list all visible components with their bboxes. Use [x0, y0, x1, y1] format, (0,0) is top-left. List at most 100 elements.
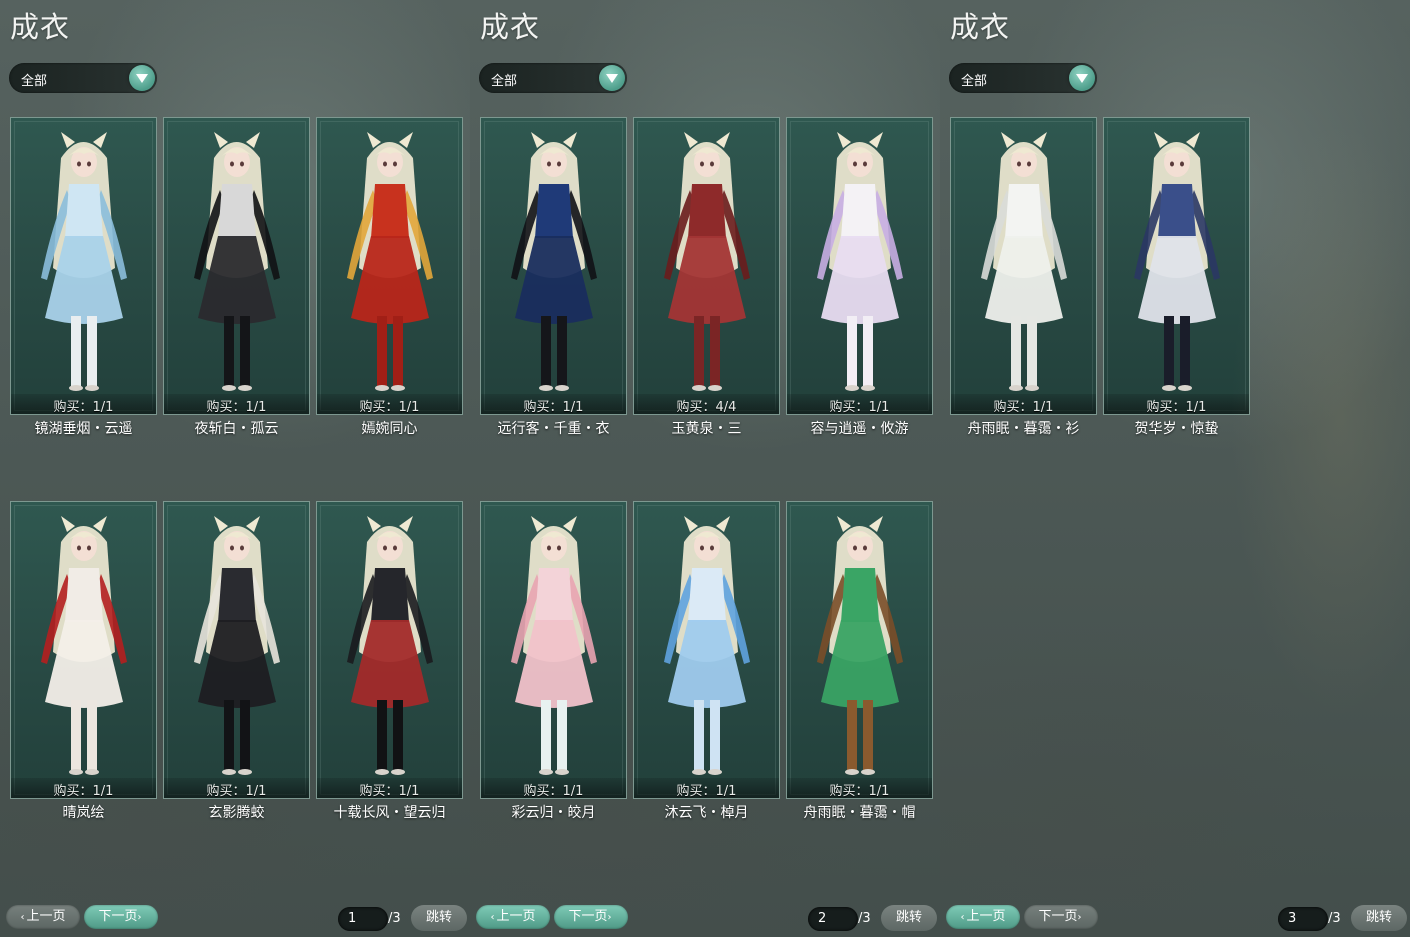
outfit-thumbnail[interactable]	[163, 117, 310, 415]
purchase-count: 购买：1/1	[206, 400, 267, 415]
category-filter-dropdown[interactable]: 全部	[479, 63, 627, 93]
outfit-thumbnail[interactable]	[786, 501, 933, 799]
filter-value: 全部	[21, 74, 48, 89]
purchase-count: 购买：1/1	[359, 400, 420, 415]
outfit-figure	[981, 132, 1067, 391]
outfit-thumbnail[interactable]	[316, 501, 463, 799]
prev-page-label: 上一页	[496, 909, 536, 924]
outfit-figure	[511, 516, 597, 775]
outfit-card[interactable]: 购买：1/1 镜湖垂烟・云遥	[10, 117, 157, 437]
jump-button[interactable]: 跳转	[1351, 905, 1407, 931]
outfit-card[interactable]: 购买：1/1 贺华岁・惊蛰	[1103, 117, 1250, 437]
purchase-count: 购买：1/1	[829, 400, 890, 415]
outfit-name: 玉黄泉・三	[671, 421, 742, 437]
next-page-label: 下一页	[568, 909, 608, 924]
page-total: /3	[858, 911, 871, 926]
chevron-left-icon: ‹	[960, 912, 965, 923]
outfit-figure	[41, 132, 127, 391]
outfit-card[interactable]: 购买：1/1 远行客・千重・衣	[480, 117, 627, 437]
outfit-thumbnail[interactable]	[950, 117, 1097, 415]
panel-title: 成衣	[480, 10, 541, 44]
next-page-button[interactable]: 下一页›	[554, 905, 628, 929]
outfit-card[interactable]: 购买：1/1 夜斩白・孤云	[163, 117, 310, 437]
chevron-left-icon: ‹	[490, 912, 495, 923]
prev-page-button[interactable]: ‹ 上一页	[946, 905, 1020, 929]
category-filter-dropdown[interactable]: 全部	[949, 63, 1097, 93]
purchase-count: 购买：4/4	[676, 400, 737, 415]
outfit-name: 彩云归・皎月	[511, 805, 596, 821]
wardrobe-panel-page-2: 成衣 全部 购买：1/1 远行客・千重・衣 购买：4/4 玉黄泉・三 购买：1/1 容与逍…	[470, 0, 940, 937]
outfit-name: 远行客・千重・衣	[497, 421, 610, 437]
page-number-input[interactable]: 2	[808, 907, 858, 931]
chevron-down-icon[interactable]	[599, 65, 625, 91]
outfit-thumbnail[interactable]	[1103, 117, 1250, 415]
outfit-figure	[347, 516, 433, 775]
filter-value: 全部	[491, 74, 518, 89]
outfit-name: 玄影腾蛟	[208, 805, 265, 821]
outfit-thumbnail[interactable]	[163, 501, 310, 799]
chevron-down-icon[interactable]	[1069, 65, 1095, 91]
next-page-button[interactable]: 下一页›	[1024, 905, 1098, 929]
purchase-count: 购买：1/1	[676, 784, 737, 799]
next-page-button[interactable]: 下一页›	[84, 905, 158, 929]
outfit-figure	[41, 516, 127, 775]
next-page-label: 下一页	[1038, 909, 1078, 924]
purchase-count: 购买：1/1	[829, 784, 890, 799]
page-number-input[interactable]: 3	[1278, 907, 1328, 931]
outfit-thumbnail[interactable]	[480, 117, 627, 415]
outfit-card[interactable]: 购买：4/4 玉黄泉・三	[633, 117, 780, 437]
outfit-thumbnail[interactable]	[316, 117, 463, 415]
outfit-thumbnail[interactable]	[10, 117, 157, 415]
outfit-name: 沐云飞・棹月	[664, 805, 749, 821]
prev-page-button[interactable]: ‹ 上一页	[476, 905, 550, 929]
chevron-right-icon: ›	[137, 912, 142, 923]
outfit-card[interactable]: 购买：1/1 玄影腾蛟	[163, 501, 310, 821]
outfit-figure	[194, 132, 280, 391]
outfit-card[interactable]: 购买：1/1 晴岚绘	[10, 501, 157, 821]
filter-value: 全部	[961, 74, 988, 89]
outfit-thumbnail[interactable]	[10, 501, 157, 799]
chevron-right-icon: ›	[1077, 912, 1082, 923]
outfit-name: 贺华岁・惊蛰	[1134, 421, 1219, 437]
outfit-figure	[817, 132, 903, 391]
wardrobe-panel-page-1: 成衣 全部 购买：1/1 镜湖垂烟・云遥 购买：1/1 夜斩白・孤云 购买：1/1 嫣婉同…	[0, 0, 470, 937]
outfit-figure	[511, 132, 597, 391]
purchase-count: 购买：1/1	[53, 784, 114, 799]
outfit-card[interactable]: 购买：1/1 嫣婉同心	[316, 117, 463, 437]
outfit-thumbnail[interactable]	[633, 117, 780, 415]
outfit-name: 容与逍遥・攸游	[810, 421, 909, 437]
prev-page-label: 上一页	[966, 909, 1006, 924]
outfit-figure	[194, 516, 280, 775]
outfit-name: 十载长风・望云归	[333, 805, 446, 821]
outfit-card[interactable]: 购买：1/1 舟雨眠・暮霭・帽	[786, 501, 933, 821]
outfit-figure	[664, 132, 750, 391]
outfit-name: 夜斩白・孤云	[194, 421, 279, 437]
purchase-count: 购买：1/1	[523, 400, 584, 415]
purchase-count: 购买：1/1	[53, 400, 114, 415]
prev-page-button[interactable]: ‹ 上一页	[6, 905, 80, 929]
panel-title: 成衣	[950, 10, 1011, 44]
outfit-card[interactable]: 购买：1/1 十载长风・望云归	[316, 501, 463, 821]
outfit-card[interactable]: 购买：1/1 舟雨眠・暮霭・衫	[950, 117, 1097, 437]
outfit-name: 舟雨眠・暮霭・衫	[967, 421, 1080, 437]
outfit-thumbnail[interactable]	[633, 501, 780, 799]
page-number-input[interactable]: 1	[338, 907, 388, 931]
outfit-figure	[817, 516, 903, 775]
chevron-right-icon: ›	[607, 912, 612, 923]
chevron-left-icon: ‹	[20, 912, 25, 923]
panel-title: 成衣	[10, 10, 71, 44]
outfit-card[interactable]: 购买：1/1 容与逍遥・攸游	[786, 117, 933, 437]
outfit-thumbnail[interactable]	[480, 501, 627, 799]
outfit-thumbnail[interactable]	[786, 117, 933, 415]
category-filter-dropdown[interactable]: 全部	[9, 63, 157, 93]
outfit-name: 嫣婉同心	[361, 421, 418, 437]
chevron-down-icon[interactable]	[129, 65, 155, 91]
jump-button[interactable]: 跳转	[881, 905, 937, 931]
jump-button[interactable]: 跳转	[411, 905, 467, 931]
next-page-label: 下一页	[98, 909, 138, 924]
outfit-figure	[664, 516, 750, 775]
outfit-figure	[1134, 132, 1220, 391]
outfit-card[interactable]: 购买：1/1 沐云飞・棹月	[633, 501, 780, 821]
outfit-card[interactable]: 购买：1/1 彩云归・皎月	[480, 501, 627, 821]
purchase-count: 购买：1/1	[1146, 400, 1207, 415]
